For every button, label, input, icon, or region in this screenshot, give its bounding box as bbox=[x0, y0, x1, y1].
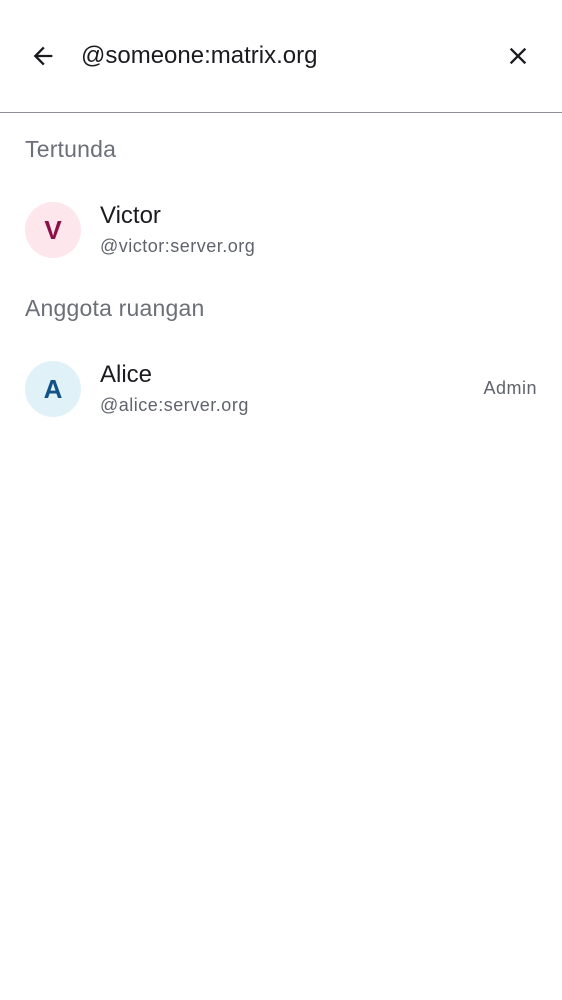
avatar: A bbox=[25, 361, 81, 417]
section-header-room-members: Anggota ruangan bbox=[25, 295, 205, 321]
close-icon bbox=[509, 47, 527, 65]
member-user-id: @victor:server.org bbox=[100, 236, 256, 256]
avatar: V bbox=[25, 202, 81, 258]
arrow-left-icon bbox=[33, 46, 53, 66]
member-name: Alice bbox=[100, 361, 153, 388]
search-input[interactable] bbox=[81, 38, 471, 74]
member-row-alice[interactable]: A Alice @alice:server.org Admin bbox=[0, 349, 562, 429]
member-user-id: @alice:server.org bbox=[100, 395, 249, 415]
room-member-search-screen: Tertunda V Victor @victor:server.org Ang… bbox=[0, 0, 562, 1000]
member-role-badge: Admin bbox=[483, 378, 537, 398]
member-name: Victor bbox=[100, 202, 161, 229]
search-bar bbox=[0, 0, 562, 113]
back-button[interactable] bbox=[19, 32, 67, 80]
section-header-pending: Tertunda bbox=[25, 136, 117, 162]
member-row-victor[interactable]: V Victor @victor:server.org bbox=[0, 190, 562, 270]
clear-search-button[interactable] bbox=[494, 32, 542, 80]
